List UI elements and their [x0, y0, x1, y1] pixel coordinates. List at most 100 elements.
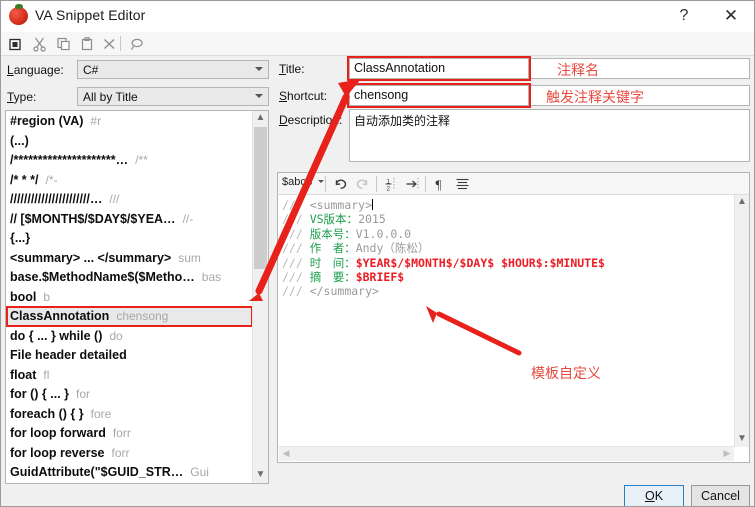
- copy-icon[interactable]: [55, 36, 72, 52]
- snippet-list[interactable]: #region (VA) #r (...) /********************…: [5, 110, 269, 484]
- pilcrow-icon[interactable]: ¶: [432, 176, 449, 192]
- scroll-up-icon[interactable]: ▲: [253, 111, 268, 126]
- scroll-down-icon[interactable]: ▼: [253, 468, 268, 483]
- type-value: All by Title: [83, 90, 138, 104]
- description-input[interactable]: 自动添加类的注释: [349, 109, 750, 162]
- scrollbar-thumb[interactable]: [254, 127, 267, 269]
- cancel-button[interactable]: Cancel: [691, 485, 750, 506]
- list-item-name: for () { ... }: [10, 387, 70, 401]
- chevron-down-icon: [255, 67, 263, 71]
- code-line: /// </summary>: [282, 284, 605, 298]
- scroll-right-icon[interactable]: ▶: [720, 447, 734, 461]
- scroll-up-icon[interactable]: ▲: [735, 195, 749, 210]
- list-item-name: #region (VA): [10, 114, 84, 128]
- list-item[interactable]: {...}: [6, 229, 253, 249]
- language-label: Language:: [7, 63, 64, 77]
- delete-icon[interactable]: [101, 36, 118, 52]
- window-title: VA Snippet Editor: [35, 7, 146, 23]
- svg-text:2: 2: [387, 186, 391, 193]
- code-comment-slashes: ///: [282, 198, 310, 212]
- text-caret: [372, 199, 374, 210]
- list-item-name: bool: [10, 289, 37, 304]
- list-item-name: for loop reverse: [10, 445, 105, 460]
- code-token: V1.0.0.0: [355, 226, 412, 241]
- list-item[interactable]: foreach () { } fore: [6, 405, 253, 425]
- redo-icon: [356, 179, 368, 189]
- find-icon[interactable]: [129, 36, 146, 52]
- cut-icon[interactable]: [31, 36, 48, 52]
- code-comment-slashes: ///: [282, 284, 310, 299]
- list-item[interactable]: base.$MethodName$($Metho… bas: [6, 268, 253, 288]
- title-bar: VA Snippet Editor ? ✕: [1, 1, 754, 32]
- chevron-down-icon: [318, 180, 325, 183]
- code-line: /// 作 者：Andy（陈松）: [282, 241, 605, 255]
- paste-icon[interactable]: [79, 36, 96, 52]
- list-item[interactable]: ///////////////////////… ///: [6, 190, 253, 210]
- list-item-shortcut: ///: [109, 192, 120, 206]
- description-label: Description:: [279, 113, 343, 127]
- list-item[interactable]: GuidAttribute("$GUID_STR… Gui: [6, 463, 253, 483]
- annotation-shortcut: 触发注释关键字: [546, 90, 644, 106]
- toolbar-separator: [120, 36, 121, 51]
- list-item[interactable]: #region (VA) #r: [6, 112, 253, 132]
- numbering-icon[interactable]: 1 2: [383, 176, 400, 192]
- svg-text:¶: ¶: [436, 177, 442, 192]
- type-label: Type:: [7, 90, 37, 104]
- list-item[interactable]: ClassAnnotation chensong: [6, 307, 253, 327]
- code-comment-slashes: ///: [282, 241, 310, 256]
- code-editor[interactable]: /// <summary>/// VS版本：2015/// 版本号：V1.0.0…: [277, 195, 750, 463]
- new-snippet-icon[interactable]: [7, 36, 24, 52]
- list-item-name: for loop forward: [10, 426, 106, 440]
- editor-toolbar: $abc$ 1 2 ¶: [277, 172, 750, 195]
- list-item-name: /*********************…: [10, 153, 129, 167]
- list-item[interactable]: (...): [6, 132, 253, 152]
- list-item[interactable]: File header detailed: [6, 346, 253, 366]
- title-input[interactable]: ClassAnnotation: [349, 58, 529, 79]
- list-item-shortcut: sum: [178, 250, 201, 265]
- list-item[interactable]: /*********************… /**: [6, 151, 253, 171]
- list-item[interactable]: if () { ... }if: [6, 483, 253, 484]
- list-item[interactable]: for loop forward forr: [6, 424, 253, 444]
- list-item-name: /* * */: [10, 172, 39, 187]
- code-comment-slashes: ///: [282, 226, 310, 241]
- help-button[interactable]: ?: [661, 1, 707, 31]
- description-value: 自动添加类的注释: [354, 114, 451, 128]
- close-button[interactable]: ✕: [708, 1, 754, 31]
- list-item[interactable]: /* * */ /*-: [6, 171, 253, 191]
- type-dropdown[interactable]: All by Title: [77, 87, 269, 106]
- list-item[interactable]: // [$MONTH$/$DAY$/$YEA… //-: [6, 210, 253, 230]
- shortcut-value: chensong: [354, 88, 409, 102]
- ok-button[interactable]: OK: [624, 485, 684, 506]
- list-item[interactable]: <summary> ... </summary> sum: [6, 249, 253, 269]
- va-snippet-editor-window: VA Snippet Editor ? ✕ Language: C# Type:…: [0, 0, 755, 507]
- list-item[interactable]: do { ... } while () do: [6, 327, 253, 347]
- list-item-name: GuidAttribute("$GUID_STR…: [10, 465, 184, 479]
- placeholder-dropdown[interactable]: $abc$: [282, 176, 325, 188]
- indent-icon[interactable]: [404, 176, 421, 192]
- shortcut-label: Shortcut:: [279, 89, 328, 103]
- scroll-down-icon[interactable]: ▼: [735, 432, 749, 447]
- list-item-name: {...}: [10, 231, 31, 245]
- code-line: /// 版本号：V1.0.0.0: [282, 227, 605, 241]
- shortcut-input[interactable]: chensong: [349, 85, 529, 106]
- undo-icon[interactable]: [332, 176, 349, 192]
- list-item-name: ///////////////////////…: [10, 192, 103, 206]
- scroll-left-icon[interactable]: ◀: [279, 447, 293, 461]
- editor-hscrollbar[interactable]: ◀ ▶: [279, 446, 734, 461]
- code-token: 摘 要：: [309, 270, 356, 285]
- list-item-name: do { ... } while (): [10, 328, 103, 343]
- code-line: /// 摘 要：$BRIEF$: [282, 270, 605, 284]
- list-item[interactable]: for loop reverse forr: [6, 444, 253, 464]
- list-item[interactable]: bool b: [6, 288, 253, 308]
- language-dropdown[interactable]: C#: [77, 60, 269, 79]
- format-lines-icon[interactable]: [454, 176, 471, 192]
- list-item-shortcut: do: [109, 328, 123, 343]
- list-item[interactable]: for () { ... } for: [6, 385, 253, 405]
- list-item[interactable]: float fl: [6, 366, 253, 386]
- code-text: /// <summary>/// VS版本：2015/// 版本号：V1.0.0…: [282, 198, 605, 299]
- list-item-shortcut: for: [76, 387, 91, 401]
- snippet-list-scrollbar[interactable]: ▲ ▼: [252, 111, 268, 483]
- list-item-name: float: [10, 367, 37, 382]
- list-item-shortcut: bas: [201, 270, 222, 284]
- editor-vscrollbar[interactable]: ▲ ▼: [734, 195, 749, 447]
